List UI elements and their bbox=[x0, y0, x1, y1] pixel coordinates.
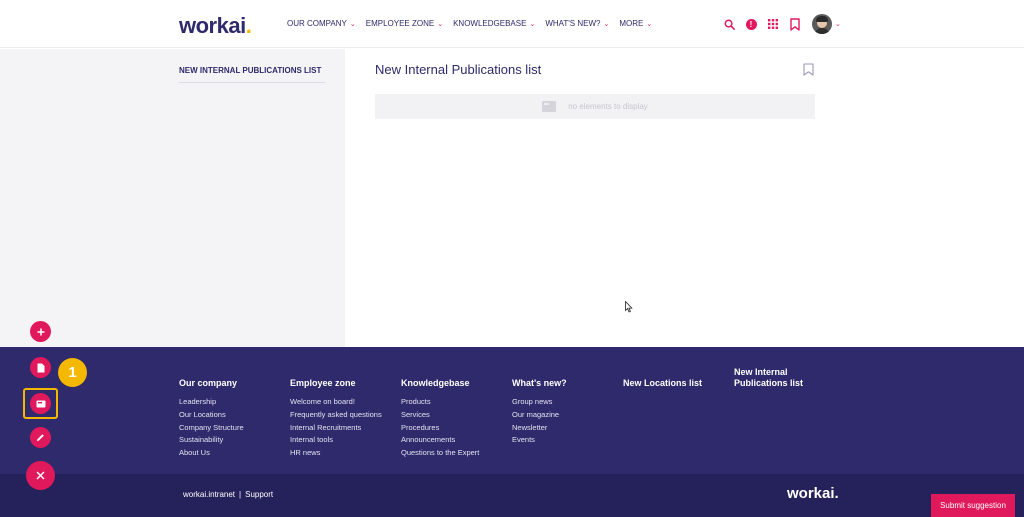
nav-employee-zone[interactable]: EMPLOYEE ZONE ⌄ bbox=[366, 19, 443, 28]
footer-link[interactable]: Events bbox=[512, 434, 567, 447]
apps-grid-icon[interactable] bbox=[766, 17, 780, 31]
intranet-link[interactable]: workai.intranet bbox=[183, 490, 235, 499]
footer-column-our-company: Our company Leadership Our Locations Com… bbox=[179, 378, 244, 460]
footer-column-title[interactable]: Our company bbox=[179, 378, 244, 389]
footer-link[interactable]: Our magazine bbox=[512, 409, 567, 422]
support-link[interactable]: Support bbox=[245, 490, 273, 499]
footer-link[interactable]: Group news bbox=[512, 396, 567, 409]
main-nav: OUR COMPANY ⌄ EMPLOYEE ZONE ⌄ KNOWLEDGEBAS… bbox=[287, 19, 662, 28]
nav-label: KNOWLEDGEBASE bbox=[453, 19, 527, 28]
nav-whats-new[interactable]: WHAT'S NEW? ⌄ bbox=[545, 19, 609, 28]
search-icon[interactable] bbox=[722, 17, 736, 31]
nav-label: OUR COMPANY bbox=[287, 19, 347, 28]
footer-link[interactable]: Company Structure bbox=[179, 422, 244, 435]
footer-link[interactable]: Sustainability bbox=[179, 434, 244, 447]
footer-bottom-links: workai.intranet | Support bbox=[183, 490, 273, 499]
footer-column-title[interactable]: Employee zone bbox=[290, 378, 382, 389]
chevron-down-icon: ⌄ bbox=[437, 20, 444, 28]
submit-suggestion-button[interactable]: Submit suggestion bbox=[931, 494, 1015, 517]
nav-knowledgebase[interactable]: KNOWLEDGEBASE ⌄ bbox=[453, 19, 535, 28]
chevron-down-icon: ⌄ bbox=[603, 20, 610, 28]
footer-link[interactable]: Announcements bbox=[401, 434, 479, 447]
page-title: New Internal Publications list bbox=[375, 62, 542, 77]
nav-label: EMPLOYEE ZONE bbox=[365, 19, 435, 28]
footer-link[interactable]: Newsletter bbox=[512, 422, 567, 435]
footer-column-title[interactable]: New Internal Publications list bbox=[734, 367, 803, 389]
footer-link[interactable]: About Us bbox=[179, 447, 244, 460]
footer-column-new-internal-publications: New Internal Publications list bbox=[734, 367, 803, 396]
add-icon[interactable] bbox=[30, 321, 51, 342]
nav-label: MORE bbox=[619, 19, 644, 28]
footer-link[interactable]: Leadership bbox=[179, 396, 244, 409]
footer-link[interactable]: Internal Recruitments bbox=[290, 422, 382, 435]
alert-symbol: ! bbox=[745, 18, 757, 30]
step-badge: 1 bbox=[58, 358, 87, 387]
separator: | bbox=[239, 490, 242, 499]
footer-column-whats-new: What's new? Group news Our magazine News… bbox=[512, 378, 567, 447]
logo-text: workai bbox=[179, 13, 246, 38]
footer-link[interactable]: Procedures bbox=[401, 422, 479, 435]
chevron-down-icon: ⌄ bbox=[529, 20, 536, 28]
nav-our-company[interactable]: OUR COMPANY ⌄ bbox=[287, 19, 356, 28]
edit-icon[interactable] bbox=[30, 427, 51, 448]
nav-label: WHAT'S NEW? bbox=[545, 19, 601, 28]
workai-logo[interactable]: workai. bbox=[179, 13, 252, 39]
sidebar-item-new-internal-publications[interactable]: NEW INTERNAL PUBLICATIONS LIST bbox=[179, 66, 325, 83]
add-list-icon[interactable] bbox=[30, 393, 51, 414]
footer-link[interactable]: HR news bbox=[290, 447, 382, 460]
footer-link[interactable]: Our Locations bbox=[179, 409, 244, 422]
bookmark-icon[interactable] bbox=[803, 63, 814, 81]
footer-column-title[interactable]: Knowledgebase bbox=[401, 378, 479, 389]
chevron-down-icon: ⌄ bbox=[646, 20, 653, 28]
avatar-body bbox=[814, 28, 830, 34]
footer-column-title[interactable]: New Locations list bbox=[623, 378, 702, 389]
footer-column-new-locations: New Locations list bbox=[623, 378, 702, 396]
empty-state: no elements to display bbox=[375, 94, 815, 119]
footer-column-employee-zone: Employee zone Welcome on board! Frequent… bbox=[290, 378, 382, 460]
left-sidebar bbox=[0, 49, 345, 347]
footer-logo[interactable]: workai. bbox=[787, 485, 839, 502]
footer-link[interactable]: Services bbox=[401, 409, 479, 422]
chevron-down-icon: ⌄ bbox=[349, 20, 356, 28]
chevron-down-icon[interactable]: ⌄ bbox=[835, 20, 841, 28]
close-icon[interactable] bbox=[26, 461, 55, 490]
mouse-cursor-icon bbox=[625, 300, 633, 318]
avatar[interactable] bbox=[812, 14, 832, 34]
footer-link[interactable]: Questions to the Expert bbox=[401, 447, 479, 460]
footer-column-knowledgebase: Knowledgebase Products Services Procedur… bbox=[401, 378, 479, 460]
title-line: New Internal bbox=[734, 367, 788, 377]
footer-link[interactable]: Products bbox=[401, 396, 479, 409]
header-actions: ! ⌄ bbox=[722, 14, 841, 34]
bookmark-icon[interactable] bbox=[788, 17, 802, 31]
nav-more[interactable]: MORE ⌄ bbox=[619, 19, 652, 28]
avatar-hair bbox=[816, 16, 828, 22]
add-page-icon[interactable] bbox=[30, 357, 51, 378]
empty-state-text: no elements to display bbox=[568, 102, 648, 111]
footer-column-title[interactable]: What's new? bbox=[512, 378, 567, 389]
list-placeholder-icon bbox=[542, 101, 557, 112]
title-line: Publications list bbox=[734, 378, 804, 388]
logo-dot: . bbox=[245, 13, 252, 38]
footer-bottom-bar bbox=[0, 474, 1024, 517]
footer-link[interactable]: Frequently asked questions bbox=[290, 409, 382, 422]
footer-link[interactable]: Welcome on board! bbox=[290, 396, 382, 409]
footer-link[interactable]: Internal tools bbox=[290, 434, 382, 447]
alert-icon[interactable]: ! bbox=[744, 17, 758, 31]
highlight-frame bbox=[23, 388, 58, 419]
top-header: workai. OUR COMPANY ⌄ EMPLOYEE ZONE ⌄ KNOW… bbox=[0, 0, 1024, 48]
